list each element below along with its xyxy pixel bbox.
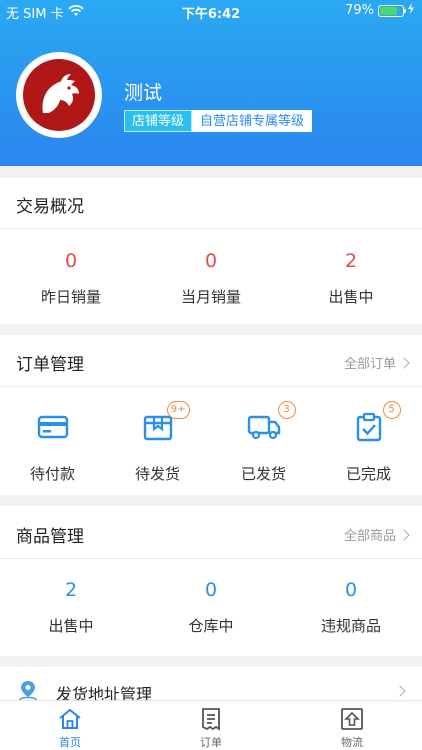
- charging-icon: [408, 3, 414, 18]
- order-completed[interactable]: 5 已完成: [316, 401, 421, 484]
- truck-icon: 3: [244, 401, 296, 447]
- trade-overview-title: 交易概况: [16, 197, 84, 217]
- battery-icon: [378, 4, 406, 17]
- clipboard-check-icon: 5: [349, 401, 401, 447]
- tab-label: 首页: [59, 736, 81, 749]
- stat-label: 出售中: [328, 288, 374, 306]
- divider: [0, 386, 422, 387]
- stat-value: 0: [344, 579, 358, 601]
- order-management-title: 订单管理: [16, 355, 84, 375]
- profile-header: 无 SIM 卡 下午6:42 79% 测试 店铺等级 自营店铺专属等级: [0, 0, 422, 166]
- logistics-icon: [282, 707, 422, 731]
- order-count-badge: 5: [382, 401, 401, 419]
- product-management-title: 商品管理: [16, 527, 84, 547]
- tab-label: 订单: [200, 736, 222, 749]
- all-products-label: 全部商品: [343, 529, 396, 544]
- divider: [0, 228, 422, 229]
- stat-label: 当月销量: [180, 288, 241, 306]
- tab-label: 物流: [341, 736, 363, 749]
- stat-label: 违规商品: [320, 617, 381, 635]
- home-icon: [0, 707, 140, 731]
- product-in-warehouse[interactable]: 0 仓库中: [141, 579, 281, 636]
- tab-logistics[interactable]: 物流: [282, 707, 422, 750]
- package-icon: 9+: [138, 401, 190, 447]
- order-item-label: 已完成: [345, 465, 391, 483]
- order-count-badge: 9+: [166, 401, 190, 419]
- stat-label: 仓库中: [188, 617, 234, 635]
- order-pending-payment[interactable]: 待付款: [0, 407, 105, 484]
- product-violations[interactable]: 0 违规商品: [281, 579, 421, 636]
- card-icon: [33, 407, 73, 447]
- stat-yesterday-sales[interactable]: 0 昨日销量: [1, 250, 141, 307]
- stat-value: 2: [344, 250, 358, 272]
- trade-overview-card: 交易概况 0 昨日销量 0 当月销量 2 出售中: [0, 178, 422, 324]
- stat-value: 0: [204, 250, 218, 272]
- order-shipped[interactable]: 3 已发货: [211, 401, 316, 484]
- all-orders-label: 全部订单: [343, 357, 396, 372]
- level-badges: 店铺等级 自营店铺专属等级: [124, 110, 313, 132]
- tab-bar: 首页 订单 物流: [0, 700, 422, 750]
- tab-home[interactable]: 首页: [0, 707, 140, 750]
- shop-name: 测试: [124, 82, 163, 104]
- stat-on-sale[interactable]: 2 出售中: [281, 250, 421, 307]
- divider: [0, 558, 422, 559]
- stat-value: 2: [64, 579, 78, 601]
- chevron-right-icon: [398, 528, 410, 541]
- stat-value: 0: [64, 250, 78, 272]
- order-count-badge: 3: [277, 401, 296, 419]
- shop-level-button[interactable]: 店铺等级: [124, 110, 193, 132]
- shop-avatar[interactable]: [16, 52, 102, 138]
- stat-label: 昨日销量: [40, 288, 101, 306]
- order-management-card: 订单管理 全部订单 待付款 9+ 待发货 3 已发货 5 已完成: [0, 335, 422, 495]
- order-item-label: 待发货: [134, 465, 180, 483]
- product-management-card: 商品管理 全部商品 2 出售中 0 仓库中 0 违规商品: [0, 506, 422, 656]
- all-orders-link[interactable]: 全部订单: [343, 353, 410, 372]
- status-bar: 无 SIM 卡 下午6:42 79%: [0, 0, 422, 22]
- order-pending-shipment[interactable]: 9+ 待发货: [105, 401, 210, 484]
- orders-icon: [141, 707, 281, 731]
- order-item-label: 已发货: [240, 465, 286, 483]
- chevron-right-icon: [398, 356, 410, 369]
- product-on-sale[interactable]: 2 出售中: [1, 579, 141, 636]
- all-products-link[interactable]: 全部商品: [343, 525, 410, 544]
- stat-label: 出售中: [48, 617, 94, 635]
- shop-logo-icon: [23, 59, 95, 131]
- stat-month-sales[interactable]: 0 当月销量: [141, 250, 281, 307]
- stat-value: 0: [204, 579, 218, 601]
- chevron-right-icon: [394, 685, 406, 697]
- battery-percent: 79%: [345, 3, 374, 18]
- exclusive-level-button[interactable]: 自营店铺专属等级: [192, 110, 313, 132]
- tab-orders[interactable]: 订单: [141, 707, 281, 750]
- order-item-label: 待付款: [29, 465, 75, 483]
